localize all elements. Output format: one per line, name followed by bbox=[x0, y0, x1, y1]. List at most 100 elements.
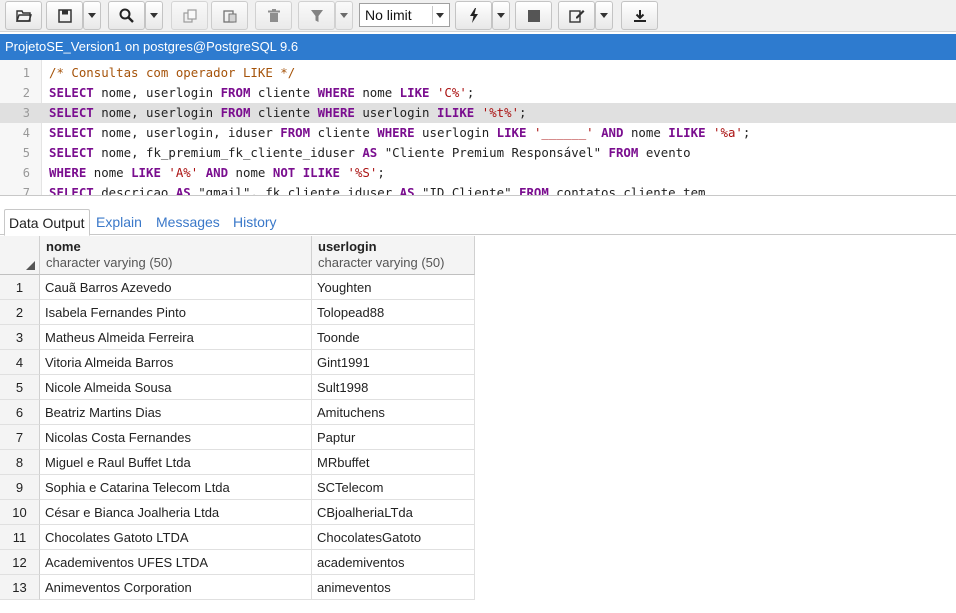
table-row[interactable]: 13 Animeventos Corporation animeventos bbox=[0, 575, 475, 600]
data-grid-header: nome character varying (50) userlogin ch… bbox=[0, 236, 475, 275]
cell-nome[interactable]: Miguel e Raul Buffet Ltda bbox=[40, 450, 312, 475]
download-button[interactable] bbox=[621, 1, 658, 30]
open-file-button[interactable] bbox=[5, 1, 42, 30]
row-number[interactable]: 10 bbox=[0, 500, 40, 525]
code-text: SELECT nome, userlogin FROM cliente WHER… bbox=[49, 83, 474, 103]
paste-button[interactable] bbox=[211, 1, 248, 30]
code-token: nome bbox=[86, 165, 132, 180]
cell-userlogin[interactable]: Toonde bbox=[312, 325, 475, 350]
cell-userlogin[interactable]: Gint1991 bbox=[312, 350, 475, 375]
code-token: 'A%' bbox=[168, 165, 199, 180]
tab-messages[interactable]: Messages bbox=[152, 209, 224, 236]
cell-nome[interactable]: Sophia e Catarina Telecom Ltda bbox=[40, 475, 312, 500]
cell-userlogin[interactable]: Amituchens bbox=[312, 400, 475, 425]
cell-userlogin[interactable]: Paptur bbox=[312, 425, 475, 450]
select-all-corner[interactable] bbox=[0, 236, 40, 275]
cell-nome[interactable]: Animeventos Corporation bbox=[40, 575, 312, 600]
column-header-nome[interactable]: nome character varying (50) bbox=[40, 236, 312, 275]
find-dropdown-button[interactable] bbox=[145, 1, 163, 30]
cell-userlogin[interactable]: academiventos bbox=[312, 550, 475, 575]
code-token: ; bbox=[742, 125, 751, 140]
edit-button[interactable] bbox=[558, 1, 595, 30]
cell-userlogin[interactable]: MRbuffet bbox=[312, 450, 475, 475]
table-row[interactable]: 7 Nicolas Costa Fernandes Paptur bbox=[0, 425, 475, 450]
table-row[interactable]: 2 Isabela Fernandes Pinto Tolopead88 bbox=[0, 300, 475, 325]
execute-dropdown-button[interactable] bbox=[492, 1, 510, 30]
cell-nome[interactable]: Vitoria Almeida Barros bbox=[40, 350, 312, 375]
code-line[interactable]: 6 WHERE nome LIKE 'A%' AND nome NOT ILIKE… bbox=[0, 163, 956, 183]
toolbar: No limit bbox=[0, 0, 956, 32]
search-icon bbox=[119, 8, 134, 23]
table-row[interactable]: 12 Academiventos UFES LTDA academiventos bbox=[0, 550, 475, 575]
row-number[interactable]: 11 bbox=[0, 525, 40, 550]
table-row[interactable]: 5 Nicole Almeida Sousa Sult1998 bbox=[0, 375, 475, 400]
code-line[interactable]: 5 SELECT nome, fk_premium_fk_cliente_idus… bbox=[0, 143, 956, 163]
table-row[interactable]: 10 César e Bianca Joalheria Ltda CBjoalher… bbox=[0, 500, 475, 525]
save-icon bbox=[57, 8, 72, 23]
row-number[interactable]: 8 bbox=[0, 450, 40, 475]
row-number[interactable]: 1 bbox=[0, 275, 40, 300]
row-number[interactable]: 9 bbox=[0, 475, 40, 500]
cell-nome[interactable]: Cauã Barros Azevedo bbox=[40, 275, 312, 300]
table-row[interactable]: 11 Chocolates Gatoto LTDA ChocolatesGatoto bbox=[0, 525, 475, 550]
cell-nome[interactable]: Matheus Almeida Ferreira bbox=[40, 325, 312, 350]
filter-dropdown-button[interactable] bbox=[335, 1, 353, 30]
tab-data-output[interactable]: Data Output bbox=[4, 209, 90, 236]
cell-nome[interactable]: Beatriz Martins Dias bbox=[40, 400, 312, 425]
table-row[interactable]: 1 Cauã Barros Azevedo Youghten bbox=[0, 275, 475, 300]
tab-history[interactable]: History bbox=[229, 209, 281, 236]
table-row[interactable]: 8 Miguel e Raul Buffet Ltda MRbuffet bbox=[0, 450, 475, 475]
code-line[interactable]: 1 /* Consultas com operador LIKE */ bbox=[0, 63, 956, 83]
edit-dropdown-button[interactable] bbox=[595, 1, 613, 30]
line-number: 1 bbox=[22, 66, 30, 80]
row-number[interactable]: 12 bbox=[0, 550, 40, 575]
row-number[interactable]: 5 bbox=[0, 375, 40, 400]
code-line[interactable]: 4 SELECT nome, userlogin, iduser FROM cli… bbox=[0, 123, 956, 143]
code-token: FROM bbox=[220, 85, 251, 100]
code-line[interactable]: 3 SELECT nome, userlogin FROM cliente WHE… bbox=[0, 103, 956, 123]
copy-button[interactable] bbox=[171, 1, 208, 30]
cell-userlogin[interactable]: CBjoalheriaLTda bbox=[312, 500, 475, 525]
row-limit-select[interactable]: No limit bbox=[359, 3, 450, 27]
table-row[interactable]: 6 Beatriz Martins Dias Amituchens bbox=[0, 400, 475, 425]
cell-nome[interactable]: César e Bianca Joalheria Ltda bbox=[40, 500, 312, 525]
code-token: "gmail", fk_cliente_iduser bbox=[190, 185, 400, 196]
code-line[interactable]: 2 SELECT nome, userlogin FROM cliente WHE… bbox=[0, 83, 956, 103]
table-row[interactable]: 9 Sophia e Catarina Telecom Ltda SCTelecom bbox=[0, 475, 475, 500]
filter-button[interactable] bbox=[298, 1, 335, 30]
row-number[interactable]: 13 bbox=[0, 575, 40, 600]
cell-userlogin[interactable]: Youghten bbox=[312, 275, 475, 300]
row-number[interactable]: 3 bbox=[0, 325, 40, 350]
cell-userlogin[interactable]: animeventos bbox=[312, 575, 475, 600]
cell-nome[interactable]: Academiventos UFES LTDA bbox=[40, 550, 312, 575]
cell-nome[interactable]: Nicole Almeida Sousa bbox=[40, 375, 312, 400]
execute-button[interactable] bbox=[455, 1, 492, 30]
code-text: /* Consultas com operador LIKE */ bbox=[49, 63, 295, 83]
code-token: ; bbox=[377, 165, 385, 180]
find-button[interactable] bbox=[108, 1, 145, 30]
cell-userlogin[interactable]: Sult1998 bbox=[312, 375, 475, 400]
code-token: 'C%' bbox=[436, 85, 467, 100]
cell-nome[interactable]: Nicolas Costa Fernandes bbox=[40, 425, 312, 450]
cell-userlogin[interactable]: ChocolatesGatoto bbox=[312, 525, 475, 550]
code-line[interactable]: 7 SELECT descricao AS "gmail", fk_cliente… bbox=[0, 183, 956, 196]
sql-editor[interactable]: 1 /* Consultas com operador LIKE */ 2 SELEC… bbox=[0, 60, 956, 196]
row-number[interactable]: 6 bbox=[0, 400, 40, 425]
row-number[interactable]: 7 bbox=[0, 425, 40, 450]
cell-nome[interactable]: Chocolates Gatoto LTDA bbox=[40, 525, 312, 550]
save-dropdown-button[interactable] bbox=[83, 1, 101, 30]
tab-explain[interactable]: Explain bbox=[92, 209, 146, 236]
row-number[interactable]: 4 bbox=[0, 350, 40, 375]
table-row[interactable]: 3 Matheus Almeida Ferreira Toonde bbox=[0, 325, 475, 350]
cell-nome[interactable]: Isabela Fernandes Pinto bbox=[40, 300, 312, 325]
stop-button[interactable] bbox=[515, 1, 552, 30]
cell-userlogin[interactable]: SCTelecom bbox=[312, 475, 475, 500]
table-row[interactable]: 4 Vitoria Almeida Barros Gint1991 bbox=[0, 350, 475, 375]
column-header-userlogin[interactable]: userlogin character varying (50) bbox=[312, 236, 475, 275]
save-button[interactable] bbox=[46, 1, 83, 30]
code-token: SELECT bbox=[49, 105, 94, 120]
delete-button[interactable] bbox=[255, 1, 292, 30]
cell-userlogin[interactable]: Tolopead88 bbox=[312, 300, 475, 325]
code-token: FROM bbox=[220, 105, 251, 120]
row-number[interactable]: 2 bbox=[0, 300, 40, 325]
